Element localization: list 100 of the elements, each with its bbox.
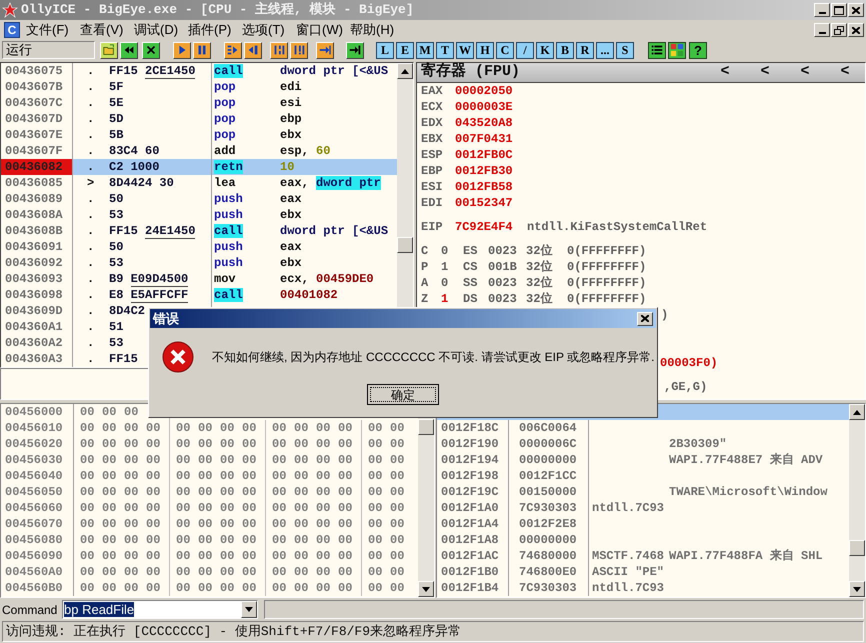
mnemonic: push <box>214 208 243 222</box>
hex-byte: 00 <box>338 484 354 500</box>
value-cell: 7C930303 <box>519 501 577 515</box>
hex-byte: 00 <box>294 484 310 500</box>
hex-byte: 00 <box>124 564 140 580</box>
machine-code: 8D4424 30 <box>109 176 174 190</box>
value-cell: 0012F1CC <box>519 469 577 483</box>
hex-byte: 00 <box>176 548 192 564</box>
hex-byte: 00 <box>220 420 236 436</box>
hex-byte: 00 <box>390 484 406 500</box>
address-cell: 00456050 <box>1 484 74 500</box>
pane-title: 寄存器 (FPU) <box>420 61 520 82</box>
hex-byte: 00 <box>294 548 310 564</box>
hex-byte: 00 <box>220 484 236 500</box>
hex-byte: 00 <box>80 548 96 564</box>
hex-byte: 00 <box>316 484 332 500</box>
hex-byte: 00 <box>124 436 140 452</box>
hex-byte: 00 <box>338 564 354 580</box>
flow-mark: . <box>86 319 96 335</box>
hex-byte: 00 <box>124 404 140 420</box>
segment-name: ES <box>463 243 478 259</box>
register-value: 0012FB30 <box>455 163 513 179</box>
flow-mark: . <box>86 335 96 351</box>
hex-byte: 00 <box>80 500 96 516</box>
comment-cell: TWARE\Microsoft\Window <box>669 484 828 500</box>
flow-mark: . <box>86 143 96 159</box>
address-cell: 0012F1A4 <box>437 516 509 532</box>
hex-byte: 00 <box>272 564 288 580</box>
hex-byte: 00 <box>220 564 236 580</box>
address-cell: 00456030 <box>1 452 74 468</box>
flow-mark: . <box>86 207 96 223</box>
operand-text: dword ptr [<&US <box>279 223 388 239</box>
register-text: ,GE,G) <box>664 379 708 395</box>
flag-name: P <box>421 259 430 275</box>
machine-code: 51 <box>109 320 124 334</box>
flow-mark: . <box>86 239 96 255</box>
register-name: EIP <box>421 219 444 235</box>
hex-byte: 00 <box>368 516 384 532</box>
operand-text: esp, 60 <box>279 143 330 159</box>
hex-byte: 00 <box>102 548 118 564</box>
hex-byte: 00 <box>176 564 192 580</box>
hex-byte: 00 <box>294 468 310 484</box>
address-cell: 00456090 <box>1 548 74 564</box>
hex-byte: 00 <box>390 420 406 436</box>
value-cell: 0000006C <box>519 437 577 451</box>
register-name: EBX <box>421 131 444 147</box>
hex-byte: 00 <box>390 516 406 532</box>
address-cell: 0012F1AC <box>437 548 509 564</box>
machine-code: FF15 24E1450 <box>109 224 196 239</box>
hex-byte: 00 <box>198 564 214 580</box>
segment-selector: 0023 <box>488 275 518 291</box>
value-cell: 74680000 <box>519 549 577 563</box>
machine-code: 50 <box>109 192 124 206</box>
hex-byte: 00 <box>242 452 258 468</box>
hex-byte: 00 <box>294 516 310 532</box>
address-cell: 00456040 <box>1 468 74 484</box>
address-cell: 0012F19C <box>437 484 509 500</box>
hex-byte: 00 <box>176 516 192 532</box>
hex-byte: 00 <box>294 452 310 468</box>
segment-limit: 0(FFFFFFFF) <box>567 259 646 275</box>
hex-byte: 00 <box>146 452 162 468</box>
hex-byte: 00 <box>146 564 162 580</box>
register-value: 0000003E <box>455 99 513 115</box>
hex-byte: 00 <box>368 436 384 452</box>
hex-byte: 00 <box>316 516 332 532</box>
address-cell: 00436082 <box>1 159 73 175</box>
address-cell: 004560A0 <box>1 564 74 580</box>
flag-name: C <box>421 243 430 259</box>
run-state: 运行 <box>6 41 32 60</box>
address-cell: 0012F1B0 <box>437 564 509 580</box>
hex-byte: 00 <box>294 580 310 596</box>
hex-byte: 00 <box>338 516 354 532</box>
hex-byte: 00 <box>146 532 162 548</box>
segment-limit: 0(FFFFFFFF) <box>567 275 646 291</box>
hex-byte: 00 <box>272 468 288 484</box>
hex-byte: 00 <box>368 500 384 516</box>
comment-cell: ntdll.7C93 <box>592 581 664 595</box>
hex-byte: 00 <box>80 420 96 436</box>
hex-byte: 00 <box>198 516 214 532</box>
hex-byte: 00 <box>272 548 288 564</box>
hex-byte: 00 <box>338 436 354 452</box>
hex-byte: 00 <box>338 580 354 596</box>
value-cell: 00000000 <box>519 453 577 467</box>
address-cell: 0012F194 <box>437 452 509 468</box>
hex-byte: 00 <box>338 452 354 468</box>
mnemonic: pop <box>214 112 236 126</box>
hex-byte: 00 <box>124 468 140 484</box>
machine-code: FF15 <box>109 352 138 366</box>
hex-byte: 00 <box>102 420 118 436</box>
flow-mark: . <box>86 351 96 367</box>
hex-byte: 00 <box>368 452 384 468</box>
comment-cell: WAPI.77F488FA 来自 SHL <box>669 548 823 564</box>
hex-byte: 00 <box>390 500 406 516</box>
comment-cell: ASCII "PE" <box>592 565 664 579</box>
hex-byte: 00 <box>242 580 258 596</box>
hex-byte: 00 <box>146 436 162 452</box>
mnemonic: lea <box>214 176 236 190</box>
hex-byte: 00 <box>146 468 162 484</box>
value-cell: 00150000 <box>519 485 577 499</box>
value-cell: 006C0064 <box>519 421 577 435</box>
